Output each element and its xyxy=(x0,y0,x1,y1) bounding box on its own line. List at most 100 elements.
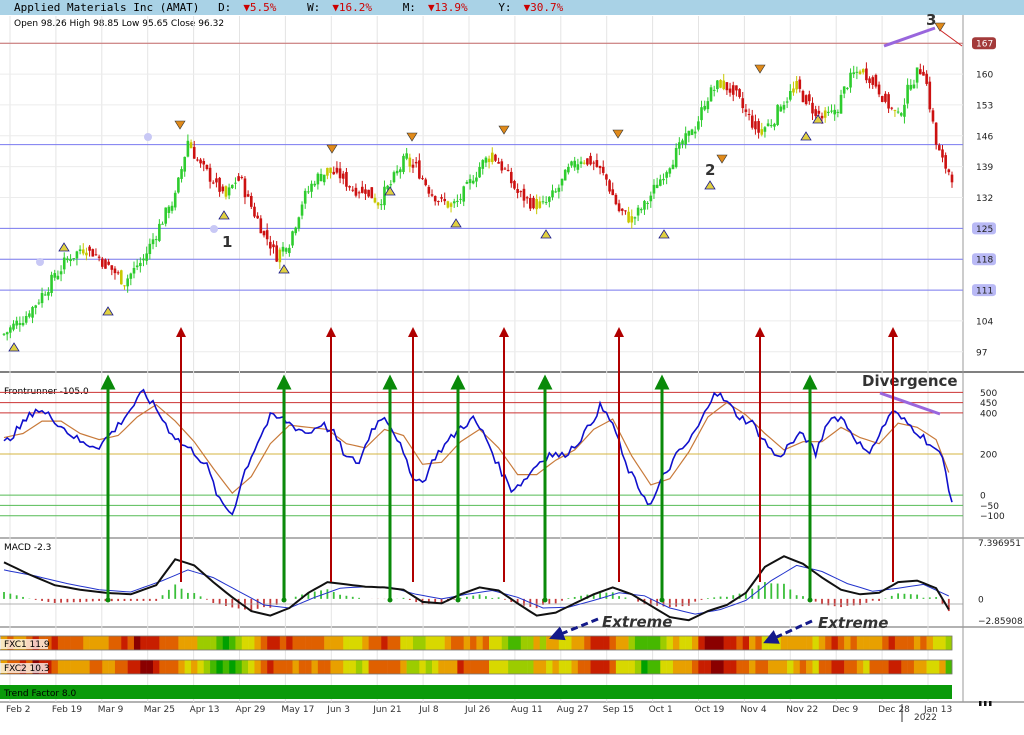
fxc-heat-cell xyxy=(799,636,807,650)
candle-body xyxy=(126,278,129,287)
fxc-heat-cell xyxy=(666,660,674,674)
fxc-heat-cell xyxy=(539,660,547,674)
fxc-heat-cell xyxy=(717,660,724,674)
fxc-heat-cell xyxy=(102,660,109,674)
fxc-heat-cell xyxy=(298,660,306,674)
fxc-heat-cell xyxy=(476,636,483,650)
fxc-heat-cell xyxy=(152,660,160,674)
fxc-heat-cell xyxy=(596,660,604,674)
x-axis-tick-label: Oct 1 xyxy=(649,705,673,715)
candle-body xyxy=(684,133,687,145)
candle-body xyxy=(776,104,779,125)
candle-body xyxy=(868,78,871,84)
candle-body xyxy=(427,186,431,194)
macd-histogram-bar xyxy=(573,596,576,599)
fxc-heat-cell xyxy=(292,636,300,650)
stock-chart[interactable]: Open 98.26 High 98.85 Low 95.65 Close 96… xyxy=(0,0,1024,735)
fxc-heat-cell xyxy=(768,660,775,674)
fxc-heat-cell xyxy=(882,660,889,674)
macd-histogram-bar xyxy=(199,596,202,599)
candle-body xyxy=(408,157,412,167)
candle-body xyxy=(424,179,427,186)
candle-body xyxy=(950,174,954,183)
candle-body xyxy=(24,315,28,323)
candle-body xyxy=(199,159,202,164)
candle-body xyxy=(484,157,488,163)
candle-body xyxy=(465,181,469,184)
fxc-heat-cell xyxy=(146,660,154,674)
candle-body xyxy=(294,227,297,234)
candle-body xyxy=(437,201,440,203)
macd-histogram-bar xyxy=(485,596,487,599)
fxc-heat-cell xyxy=(229,636,236,650)
price-tick-label: 167 xyxy=(976,40,993,50)
fxc-heat-cell xyxy=(514,636,522,650)
fxc-heat-cell xyxy=(279,660,287,674)
fxc-heat-cell xyxy=(831,660,839,674)
fxc-heat-cell xyxy=(584,636,591,650)
candle-body xyxy=(9,327,12,333)
candle-body xyxy=(351,189,355,191)
fxc-heat-cell xyxy=(691,660,699,674)
macd-histogram-bar xyxy=(871,598,874,601)
fxc-heat-cell xyxy=(362,636,369,650)
candle-body xyxy=(275,245,278,262)
candle-body xyxy=(586,158,589,165)
fxc-heat-cell xyxy=(210,636,217,650)
candle-body xyxy=(215,178,218,183)
macd-histogram-bar xyxy=(186,592,189,599)
more-options-icon[interactable] xyxy=(979,701,992,706)
fxc-heat-cell xyxy=(324,636,331,650)
candle-body xyxy=(820,115,824,119)
fxc-heat-cell xyxy=(489,636,496,650)
fxc-heat-cell xyxy=(552,660,560,674)
fxc-heat-cell xyxy=(603,636,610,650)
candle-body xyxy=(47,292,50,296)
candle-body xyxy=(81,249,85,254)
candle-body xyxy=(595,160,599,167)
candle-body xyxy=(259,218,263,234)
fxc-heat-cell xyxy=(70,660,78,674)
macd-histogram-bar xyxy=(453,598,456,600)
fxc-heat-cell xyxy=(83,660,90,674)
fxc-heat-cell xyxy=(172,660,179,674)
level-anchor-dot xyxy=(210,225,218,233)
candle-body xyxy=(399,169,402,173)
fxc-heat-cell xyxy=(191,636,198,650)
candle-body xyxy=(307,191,310,193)
macd-histogram-bar xyxy=(700,598,703,600)
candle-body xyxy=(50,274,53,293)
fxc-heat-cell xyxy=(431,636,439,650)
macd-histogram-bar xyxy=(916,594,919,599)
candle-body xyxy=(78,249,82,252)
candle-body xyxy=(443,198,447,202)
candle-body xyxy=(674,147,678,168)
candle-body xyxy=(12,323,15,330)
macd-histogram-bar xyxy=(846,598,849,606)
fxc-heat-cell xyxy=(108,636,116,650)
fxc-heat-cell xyxy=(666,636,674,650)
candle-body xyxy=(681,140,684,145)
candle-body xyxy=(567,166,570,173)
candle-body xyxy=(354,187,358,196)
candle-body xyxy=(177,177,180,193)
fxc-heat-cell xyxy=(749,660,756,674)
candle-body xyxy=(205,164,209,169)
candle-body xyxy=(792,88,795,93)
candle-body xyxy=(944,155,947,169)
fxc-heat-cell xyxy=(584,660,591,674)
fxc-heat-cell xyxy=(856,636,864,650)
macd-y-axis: 7.396951 0 −2.85908 xyxy=(978,539,1023,627)
divergence-label: Divergence xyxy=(862,372,958,390)
candle-body xyxy=(116,272,120,274)
fxc-heat-cell xyxy=(343,660,350,674)
candle-body xyxy=(915,67,919,83)
x-axis-tick-label: Mar 25 xyxy=(144,705,175,715)
fxc-heat-cell xyxy=(508,636,515,650)
fxc-heat-cell xyxy=(945,636,953,650)
candle-body xyxy=(110,265,114,270)
candle-body xyxy=(269,241,272,249)
fxc-heat-cell xyxy=(463,660,471,674)
fxc-heat-cell xyxy=(146,636,154,650)
fxc-heat-cell xyxy=(552,636,560,650)
